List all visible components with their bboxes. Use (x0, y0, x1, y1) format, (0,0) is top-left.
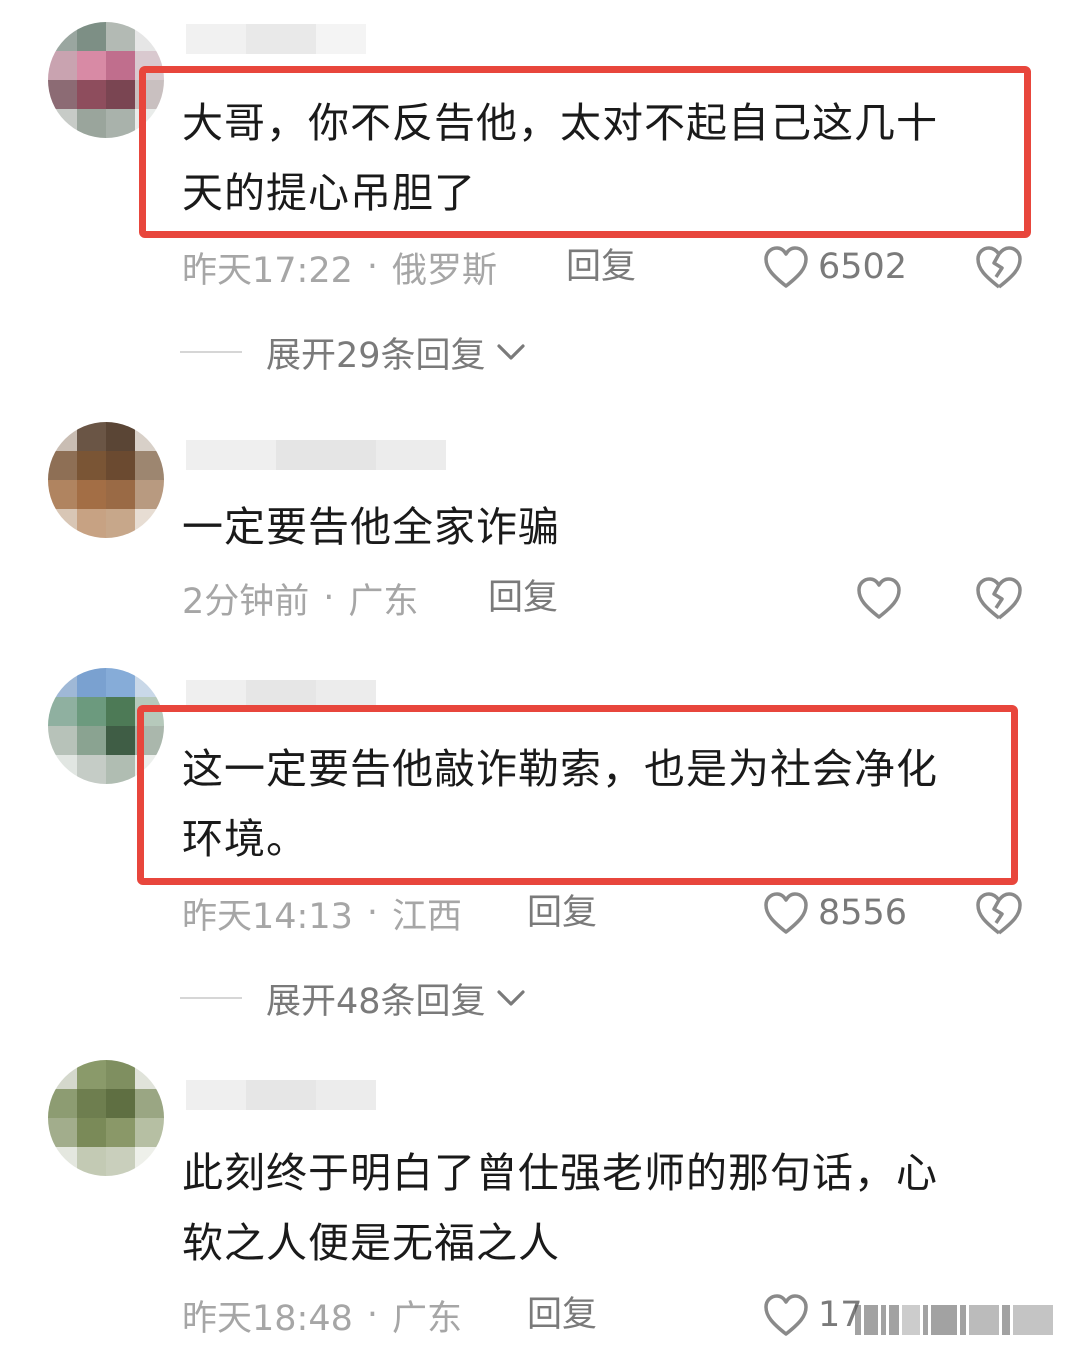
broken-heart-icon[interactable] (974, 243, 1024, 291)
like-count: 8556 (818, 893, 908, 933)
comment-location: 俄罗斯 (392, 250, 498, 291)
avatar[interactable] (48, 1060, 164, 1176)
chevron-down-icon (496, 344, 525, 360)
reply-button[interactable]: 回复 (527, 1290, 597, 1340)
comment-text-line: 软之人便是无福之人 (182, 1219, 560, 1267)
heart-outline-icon (764, 892, 808, 934)
watermark (855, 1300, 1055, 1340)
heart-outline-icon (764, 1294, 808, 1336)
comment-meta: 昨天18:48 · 广东 回复 (182, 1290, 597, 1340)
meta-separator: · (366, 893, 379, 933)
reply-button[interactable]: 回复 (566, 242, 636, 292)
expand-replies-label: 展开48条回复 (266, 981, 486, 1022)
username-blurred[interactable] (186, 1080, 376, 1110)
heart-outline-icon (764, 246, 808, 288)
broken-heart-icon[interactable] (974, 574, 1024, 622)
comment-text-line: 大哥，你不反告他，太对不起自己这几十 (182, 99, 938, 147)
comment-meta: 昨天14:13 · 江西 回复 (182, 888, 597, 938)
meta-separator: · (366, 247, 379, 287)
reply-button[interactable]: 回复 (488, 573, 558, 623)
comment-location: 广东 (348, 581, 419, 622)
expand-replies-button[interactable]: 展开48条回复 (180, 973, 526, 1023)
reply-button[interactable]: 回复 (527, 888, 597, 938)
comment-text: 这一定要告他敲诈勒索，也是为社会净化 环境。 (182, 734, 1012, 874)
comment-text: 一定要告他全家诈骗 (182, 492, 1012, 562)
comment-time: 昨天18:48 (182, 1298, 353, 1339)
comment-meta: 2分钟前 · 广东 回复 (182, 573, 558, 623)
comment-time: 昨天14:13 (182, 896, 353, 937)
comment-meta: 昨天17:22 · 俄罗斯 回复 (182, 242, 636, 292)
comment-time: 2分钟前 (182, 581, 310, 622)
comment-text-line: 环境。 (182, 815, 308, 863)
like-button[interactable] (855, 573, 903, 623)
comment-text-line: 一定要告他全家诈骗 (182, 503, 560, 551)
username-blurred[interactable] (186, 440, 446, 470)
comment-text: 大哥，你不反告他，太对不起自己这几十 天的提心吊胆了 (182, 88, 1012, 228)
divider-line (180, 351, 242, 353)
expand-replies-label: 展开29条回复 (266, 335, 486, 376)
comment-text: 此刻终于明白了曾仕强老师的那句话，心 软之人便是无福之人 (182, 1138, 1012, 1278)
like-button[interactable]: 17 (762, 1290, 863, 1340)
comment-text-line: 天的提心吊胆了 (182, 169, 476, 217)
username-blurred[interactable] (186, 24, 366, 54)
divider-line (180, 997, 242, 999)
like-count: 6502 (818, 247, 908, 287)
comment-location: 广东 (392, 1298, 463, 1339)
heart-outline-icon (857, 577, 901, 619)
comment-text-line: 此刻终于明白了曾仕强老师的那句话，心 (182, 1149, 938, 1197)
like-button[interactable]: 8556 (762, 888, 907, 938)
broken-heart-icon[interactable] (974, 889, 1024, 937)
like-button[interactable]: 6502 (762, 242, 907, 292)
meta-separator: · (323, 578, 335, 618)
expand-replies-button[interactable]: 展开29条回复 (180, 327, 526, 377)
comment-text-line: 这一定要告他敲诈勒索，也是为社会净化 (182, 745, 938, 793)
comment-time: 昨天17:22 (182, 250, 353, 291)
comment-location: 江西 (392, 896, 463, 937)
meta-separator: · (366, 1295, 379, 1335)
chevron-down-icon (496, 990, 525, 1006)
avatar[interactable] (48, 422, 164, 538)
